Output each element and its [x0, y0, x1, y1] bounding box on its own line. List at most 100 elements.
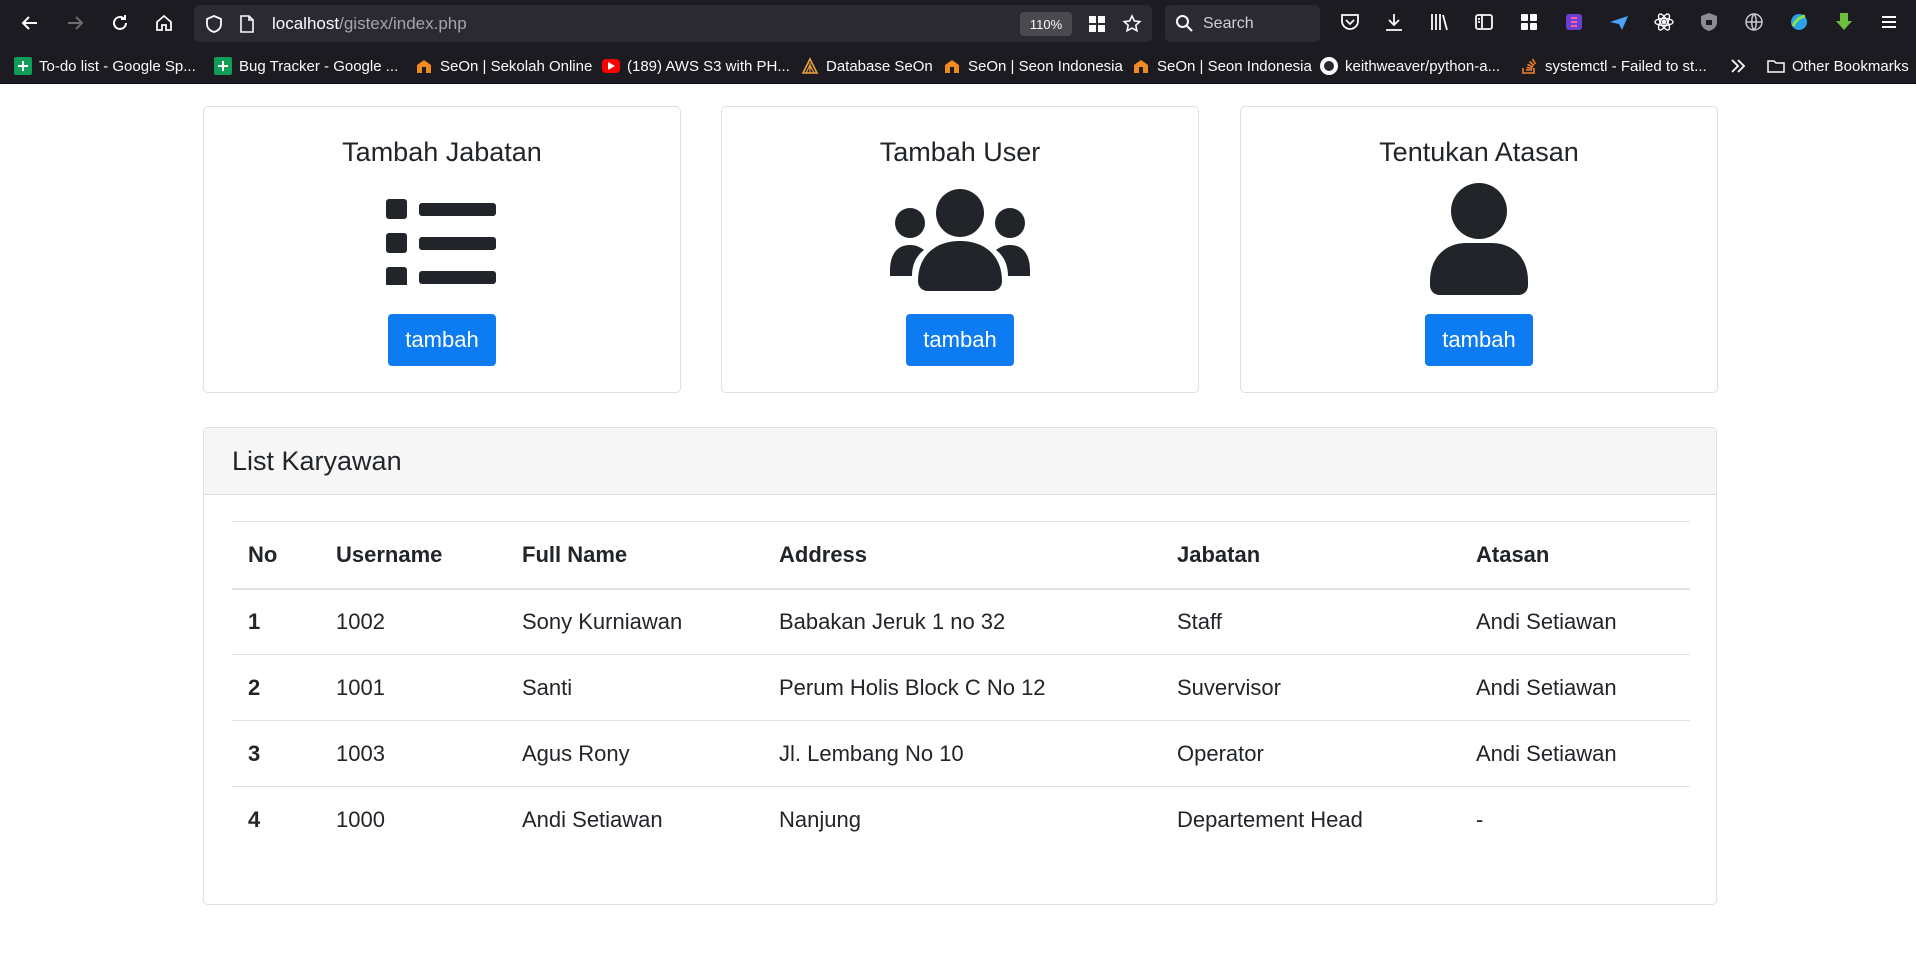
bookmark-item[interactable]: Bug Tracker - Google ... — [214, 55, 398, 77]
users-icon — [890, 189, 1030, 291]
sidebar-icon[interactable] — [1473, 11, 1495, 33]
bookmark-label: SeOn | Sekolah Online — [440, 57, 593, 75]
library-icon[interactable] — [1428, 11, 1450, 33]
cell-jabatan: Staff — [1161, 588, 1460, 655]
forward-icon[interactable] — [59, 8, 91, 38]
column-header-no: No — [232, 521, 320, 590]
bookmark-item[interactable]: To-do list - Google Sp... — [14, 55, 196, 77]
cell-full-name: Santi — [506, 654, 763, 721]
table-row: 3 1003 Agus Rony Jl. Lembang No 10 Opera… — [232, 720, 1690, 787]
cell-atasan: - — [1476, 806, 1484, 832]
page-icon[interactable] — [238, 14, 256, 34]
seon-icon — [415, 57, 433, 75]
cell-no: 4 — [248, 806, 261, 832]
cell-username: 1002 — [320, 588, 506, 655]
bookmark-item[interactable]: SeOn | Seon Indonesia — [1132, 55, 1312, 77]
list-title: List Karyawan — [232, 446, 402, 476]
cell-full-name: Sony Kurniawan — [506, 588, 763, 655]
seon-icon — [1132, 57, 1150, 75]
card-title: Tambah Jabatan — [342, 137, 542, 167]
colorzilla-icon[interactable] — [1563, 11, 1585, 33]
bookmark-label: Bug Tracker - Google ... — [239, 57, 399, 75]
bookmark-label: (189) AWS S3 with PH... — [627, 57, 790, 75]
edit-extension-icon[interactable] — [1788, 11, 1810, 33]
react-devtools-icon[interactable] — [1653, 11, 1675, 33]
employee-table: No Username Full Name Address Jabatan At… — [232, 521, 1690, 853]
column-header-address: Address — [763, 521, 1161, 590]
bookmark-label: SeOn | Seon Indonesia — [968, 57, 1123, 75]
cell-no: 2 — [232, 654, 320, 721]
globe-icon[interactable] — [1743, 11, 1765, 33]
plane-extension-icon[interactable] — [1608, 11, 1630, 33]
privacy-badger-icon[interactable] — [1698, 11, 1720, 33]
grid-icon[interactable] — [1087, 14, 1107, 34]
card-title: Tentukan Atasan — [1379, 137, 1579, 167]
reload-icon[interactable] — [104, 8, 136, 38]
tambah-button[interactable]: tambah — [906, 314, 1014, 366]
table-row: 4 1000 Andi Setiawan Nanjung Departement… — [232, 787, 1690, 853]
card-tambah-jabatan: Tambah Jabatan tambah — [203, 106, 681, 393]
back-icon[interactable] — [14, 8, 46, 38]
menu-icon[interactable] — [1878, 11, 1900, 33]
cell-full-name: Andi Setiawan — [522, 806, 663, 832]
cell-username: 1000 — [336, 806, 385, 832]
bookmark-item[interactable]: SeOn | Seon Indonesia — [943, 55, 1123, 77]
bookmark-star-icon[interactable] — [1122, 14, 1142, 34]
shield-icon[interactable] — [204, 14, 224, 34]
card-tentukan-atasan: Tentukan Atasan tambah — [1240, 106, 1718, 393]
stackoverflow-icon — [1520, 57, 1538, 75]
youtube-icon — [602, 59, 620, 73]
bookmark-label: keithweaver/python-a... — [1345, 57, 1501, 75]
bookmark-item[interactable]: Database SeOn — [801, 55, 933, 77]
bookmark-label: To-do list - Google Sp... — [39, 57, 196, 75]
cell-atasan: Andi Setiawan — [1460, 588, 1690, 655]
search-icon — [1176, 15, 1193, 32]
tambah-button[interactable]: tambah — [1425, 314, 1533, 366]
cell-jabatan: Suvervisor — [1161, 654, 1460, 721]
column-header-atasan: Atasan — [1460, 521, 1690, 590]
other-bookmarks-folder[interactable]: Other Bookmarks — [1767, 55, 1909, 77]
list-karyawan-card: List Karyawan No Username Full Name Addr… — [203, 427, 1717, 905]
cell-address: Jl. Lembang No 10 — [763, 720, 1161, 787]
google-sheets-icon — [214, 57, 232, 75]
card-title: Tambah User — [879, 137, 1041, 167]
cell-jabatan: Departement Head — [1177, 806, 1363, 832]
cell-address: Babakan Jeruk 1 no 32 — [763, 588, 1161, 655]
more-bookmarks-chevron-icon[interactable] — [1728, 55, 1748, 77]
url-text[interactable]: localhost/gistex/index.php — [272, 14, 467, 34]
cell-address: Nanjung — [779, 806, 861, 832]
seon-icon — [943, 57, 961, 75]
bookmarks-bar: To-do list - Google Sp... Bug Tracker - … — [0, 46, 1916, 84]
cell-username: 1003 — [320, 720, 506, 787]
google-sheets-icon — [14, 57, 32, 75]
column-header-jabatan: Jabatan — [1161, 521, 1460, 590]
card-tambah-user: Tambah User tambah — [721, 106, 1199, 393]
bookmark-item[interactable]: (189) AWS S3 with PH... — [602, 55, 790, 77]
cell-jabatan: Operator — [1161, 720, 1460, 787]
bookmark-item[interactable]: SeOn | Sekolah Online — [415, 55, 592, 77]
cell-atasan: Andi Setiawan — [1460, 720, 1690, 787]
cell-username: 1001 — [320, 654, 506, 721]
cell-address: Perum Holis Block C No 12 — [763, 654, 1161, 721]
url-bar[interactable]: localhost/gistex/index.php 110% — [194, 5, 1152, 42]
browser-toolbar: localhost/gistex/index.php 110% Search — [0, 0, 1916, 46]
download-icon[interactable] — [1383, 11, 1405, 33]
search-bar[interactable]: Search — [1165, 5, 1320, 42]
column-header-username: Username — [320, 521, 506, 590]
cell-no: 3 — [232, 720, 320, 787]
pocket-icon[interactable] — [1339, 11, 1361, 33]
table-row: 2 1001 Santi Perum Holis Block C No 12 S… — [232, 654, 1690, 721]
extensions-icon[interactable] — [1518, 11, 1540, 33]
home-icon[interactable] — [148, 8, 180, 38]
github-icon — [1320, 57, 1338, 75]
zoom-level[interactable]: 110% — [1020, 12, 1072, 36]
downloader-extension-icon[interactable] — [1833, 11, 1855, 33]
bookmark-item[interactable]: keithweaver/python-a... — [1320, 55, 1500, 77]
bookmark-item[interactable]: systemctl - Failed to st... — [1520, 55, 1707, 77]
tambah-button[interactable]: tambah — [388, 314, 496, 366]
cell-atasan: Andi Setiawan — [1460, 654, 1690, 721]
cell-full-name: Agus Rony — [506, 720, 763, 787]
table-row: 1 1002 Sony Kurniawan Babakan Jeruk 1 no… — [232, 588, 1690, 655]
column-header-full-name: Full Name — [506, 521, 763, 590]
folder-icon — [1767, 57, 1785, 75]
